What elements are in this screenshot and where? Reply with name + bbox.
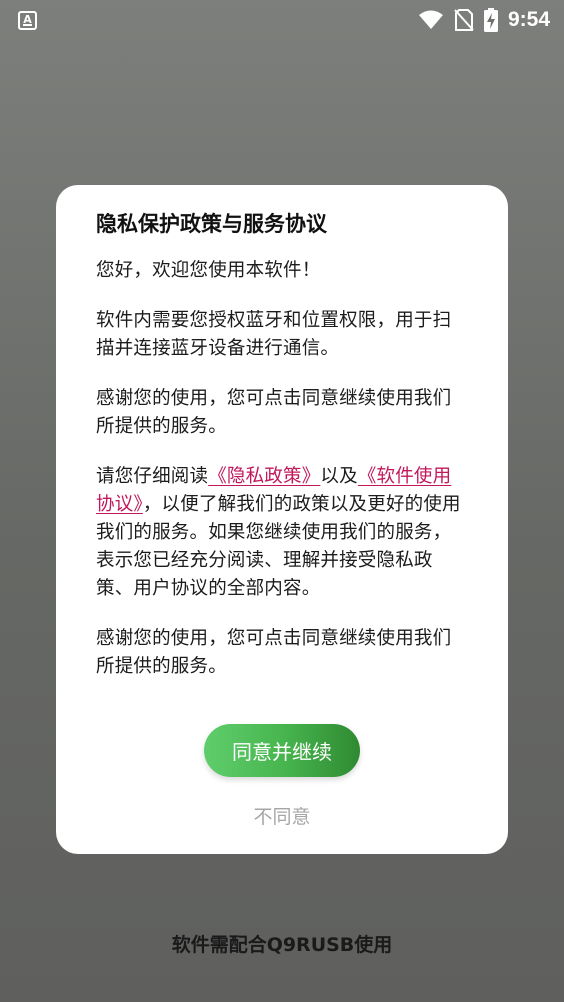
read-and: 以及 [320, 466, 358, 487]
privacy-dialog: 隐私保护政策与服务协议 您好，欢迎您使用本软件！ 软件内需要您授权蓝牙和位置权限… [56, 185, 508, 854]
read-prefix: 请您仔细阅读 [96, 466, 209, 487]
battery-charging-icon [483, 8, 498, 32]
no-sim-icon [454, 9, 474, 31]
agree-button[interactable]: 同意并继续 [204, 724, 360, 777]
dialog-title: 隐私保护政策与服务协议 [96, 212, 327, 236]
disagree-button[interactable]: 不同意 [232, 797, 332, 833]
status-time: 9:54 [507, 8, 550, 31]
wifi-icon [418, 10, 443, 29]
status-right: 9:54 [418, 8, 550, 32]
greeting-text: 您好，欢迎您使用本软件！ [96, 260, 321, 281]
footer-note: 软件需配合Q9RUSB使用 [171, 934, 393, 956]
app-notification-icon: A [18, 10, 37, 30]
privacy-policy-link[interactable]: 《隐私政策》 [208, 466, 320, 487]
status-bar: A 9:54 [0, 0, 564, 40]
permissions-text: 软件内需要您授权蓝牙和位置权限，用于扫描并连接蓝牙设备进行通信。 [96, 310, 452, 359]
policy-read-text: 请您仔细阅读《隐私政策》以及《软件使用协议》，以便了解我们的政策以及更好的使用我… [96, 463, 468, 603]
status-left: A [18, 10, 37, 30]
thanks-text-1: 感谢您的使用，您可点击同意继续使用我们所提供的服务。 [96, 388, 452, 437]
thanks-text-2: 感谢您的使用，您可点击同意继续使用我们所提供的服务。 [96, 628, 452, 677]
read-suffix: ，以便了解我们的政策以及更好的使用我们的服务。如果您继续使用我们的服务，表示您已… [96, 494, 461, 599]
